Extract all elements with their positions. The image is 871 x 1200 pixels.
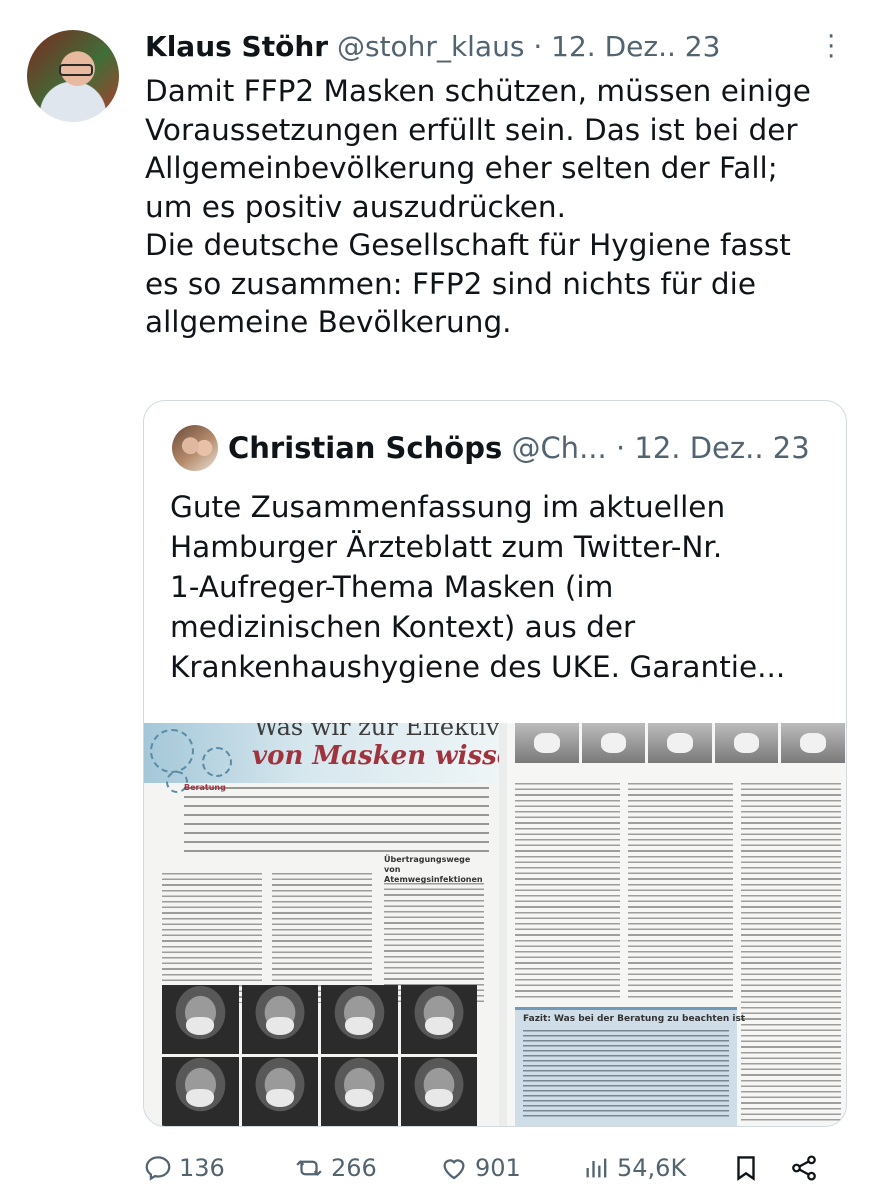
quoted-tweet[interactable]: Christian Schöps @Ch... · 12. Dez.. 23 G… [143,400,847,1127]
virus-graphic [202,747,232,777]
summary-box-title: Fazit: Was bei der Beratung zu beachten … [523,1014,746,1024]
repost-icon [296,1160,322,1176]
mask-photo [162,1057,239,1126]
article-lead-label: Beratung [184,783,226,792]
article-column [515,783,620,998]
mask-photo [714,723,779,763]
reply-icon [145,1156,171,1181]
article-column [162,873,262,1003]
author-avatar[interactable] [27,30,119,122]
virus-graphic [150,729,194,773]
views-count: 54,6K [617,1154,687,1182]
tweet-date[interactable]: 12. Dez.. 23 [551,30,720,63]
article-title-line1: Was wir zur Effektivität [254,723,499,741]
share-button[interactable] [789,1148,825,1188]
separator: · [533,30,543,63]
quoted-date[interactable]: 12. Dez.. 23 [634,431,809,465]
mask-photo [400,1057,477,1126]
mask-photo [321,985,398,1054]
article-page-right: Fazit: Was bei der Beratung zu beachten … [507,723,846,1126]
article-section-heading: Übertragungswege von Atemwegsinfektionen [384,855,484,885]
more-icon[interactable]: · · · [827,24,835,70]
quoted-text: Gute Zusammenfassung im aktuellen Hambur… [170,490,786,684]
views-icon [586,1158,607,1178]
mask-photo [321,1057,398,1126]
like-icon [443,1159,465,1180]
like-button[interactable]: 901 [439,1148,521,1188]
tweet-header: Klaus Stöhr @stohr_klaus · 12. Dez.. 23 [145,26,835,68]
article-lead [184,787,489,853]
mask-photo-strip [515,723,845,763]
quoted-header: Christian Schöps @Ch... · 12. Dez.. 23 [228,427,838,469]
article-column [628,783,733,998]
mask-photo [648,723,712,763]
section-heading-text: Übertragungswege von Atemwegsinfektionen [384,855,483,884]
mask-photo [162,985,239,1054]
mask-photo-grid [162,985,477,1126]
repost-button[interactable]: 266 [293,1148,377,1188]
bookmark-icon [737,1156,755,1181]
article-summary-box: Fazit: Was bei der Beratung zu beachten … [515,1007,745,1126]
author-handle[interactable]: @stohr_klaus [337,30,524,63]
quoted-author-name[interactable]: Christian Schöps [228,431,502,465]
quoted-author-handle[interactable]: @Ch... [511,431,606,465]
article-title-line2: von Masken wissen sollten [252,741,499,771]
reply-button[interactable]: 136 [143,1148,225,1188]
mask-photo [241,985,318,1054]
mask-photo [400,985,477,1054]
quoted-media-image[interactable]: Was wir zur Effektivität von Masken wiss… [144,723,846,1126]
quoted-author-avatar[interactable] [172,425,218,471]
action-bar: 136 266 901 54,6K [143,1148,843,1188]
avatar-glasses [59,64,93,76]
article-column [741,783,841,1123]
reply-count: 136 [179,1154,225,1182]
mask-photo [515,723,579,763]
article-column [272,873,372,1003]
share-icon [792,1155,816,1181]
bookmark-button[interactable] [731,1148,767,1188]
summary-box-text [523,1030,729,1120]
like-count: 901 [475,1154,521,1182]
mask-photo [581,723,646,763]
mask-photo [241,1057,318,1126]
tweet-text: Damit FFP2 Masken schützen, müssen einig… [145,74,811,339]
article-page-left: Was wir zur Effektivität von Masken wiss… [144,723,499,1126]
quoted-separator: · [615,431,626,465]
views-button[interactable]: 54,6K [583,1148,686,1188]
repost-count: 266 [331,1154,377,1182]
author-name[interactable]: Klaus Stöhr [145,30,328,63]
mask-photo [781,723,845,763]
